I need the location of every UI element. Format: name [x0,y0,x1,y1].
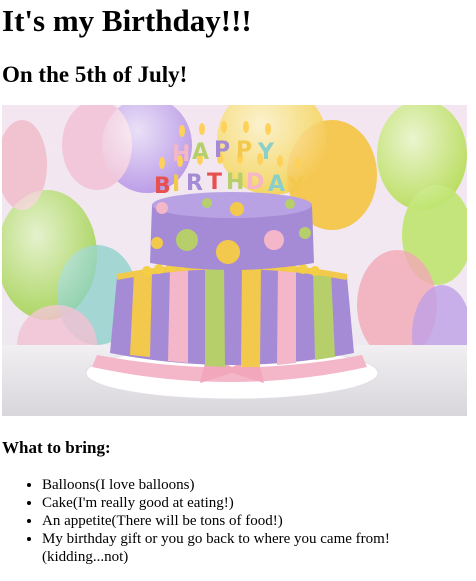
page-title: It's my Birthday!!! [2,3,252,38]
svg-text:P: P [236,138,252,163]
svg-text:P: P [214,138,230,163]
svg-text:R: R [186,171,203,196]
page: It's my Birthday!!! On the 5th of July! [0,0,476,581]
svg-text:H: H [172,142,190,167]
svg-text:A: A [192,140,209,165]
svg-text:A: A [268,172,285,197]
svg-text:T: T [207,170,222,195]
page-subtitle: On the 5th of July! [2,62,188,87]
svg-text:Y: Y [257,140,275,165]
svg-text:H: H [226,170,244,195]
cake-bottom-tier [110,262,354,367]
svg-text:D: D [246,170,264,195]
list-item: An appetite(There will be tons of food!) [42,512,462,530]
what-to-bring-list: Balloons(I love balloons) Cake(I'm reall… [2,476,462,566]
svg-text:I: I [172,172,180,197]
birthday-cake-image: H A P P Y B I R T H D A Y [2,105,467,416]
list-item: Balloons(I love balloons) [42,476,462,494]
list-item: Cake(I'm really good at eating!) [42,494,462,512]
svg-text:Y: Y [287,174,305,199]
svg-text:B: B [154,174,171,199]
what-to-bring-heading: What to bring: [2,438,111,457]
cake-illustration: H A P P Y B I R T H D A Y [2,105,467,416]
cake-top-tier [150,192,314,270]
list-item: My birthday gift or you go back to where… [42,530,462,566]
